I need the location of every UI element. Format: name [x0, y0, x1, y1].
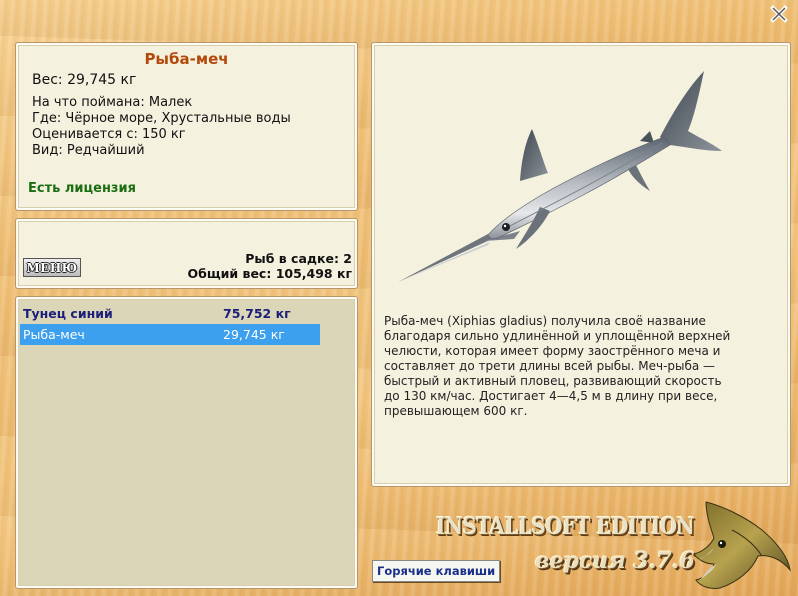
keepnet-stats-panel: МЕНЮ Рыб в садке: 2 Общий вес: 105,498 к… — [16, 219, 357, 288]
location: Где: Чёрное море, Хрустальные воды — [32, 111, 291, 126]
list-item-name: Рыба-меч — [23, 327, 85, 342]
edition-label: INSTALLSOFT EDITION — [436, 513, 695, 540]
rarity: Вид: Редчайший — [32, 143, 145, 158]
swordfish-image — [398, 71, 722, 282]
fish-info-panel: Рыба-меч Вес: 29,745 кг На что поймана: … — [16, 43, 357, 210]
close-icon — [770, 5, 788, 23]
fish-detail-panel: Рыба-меч (Xiphias gladius) получила своё… — [372, 43, 790, 486]
fish-name: Рыба-меч — [144, 50, 229, 68]
hotkeys-button[interactable]: Горячие клавиши — [372, 560, 501, 582]
close-button[interactable] — [770, 5, 788, 23]
menu-button[interactable]: МЕНЮ — [23, 258, 81, 277]
fish-description: Рыба-меч (Xiphias gladius) получила своё… — [384, 314, 731, 418]
fish-weight: Вес: 29,745 кг — [32, 72, 137, 88]
caught-on: На что поймана: Малек — [32, 95, 193, 110]
valued-from: Оценивается с: 150 кг — [32, 127, 186, 142]
list-item-selected[interactable]: Рыба-меч 29,745 кг — [20, 324, 320, 345]
pike-logo-icon — [693, 501, 791, 589]
total-weight: Общий вес: 105,498 кг — [187, 266, 353, 281]
list-item[interactable]: Тунец синий 75,752 кг — [20, 303, 320, 324]
list-item-weight: 29,745 кг — [223, 327, 285, 342]
list-item-weight: 75,752 кг — [223, 306, 291, 321]
list-item-name: Тунец синий — [23, 306, 113, 321]
license-status: Есть лицензия — [28, 181, 136, 196]
fish-count: Рыб в садке: 2 — [245, 251, 352, 266]
version-label: версия 3.7.6 — [535, 548, 695, 574]
catch-list: Тунец синий 75,752 кг Рыба-меч 29,745 кг — [16, 297, 357, 588]
